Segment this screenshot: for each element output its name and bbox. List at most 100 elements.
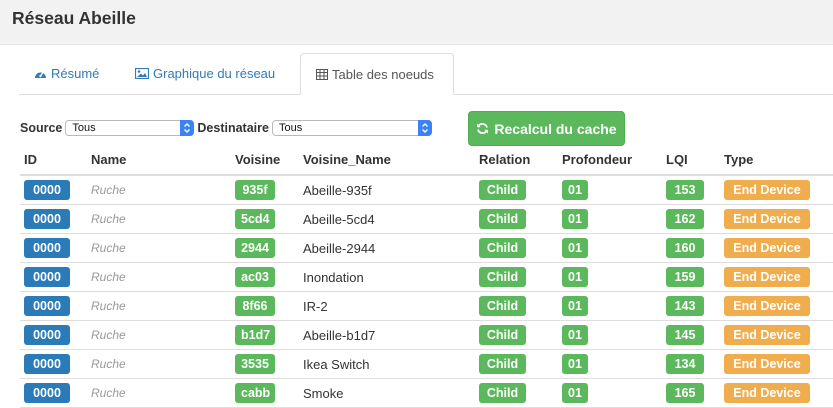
table-cell-type: End Device (720, 291, 833, 321)
column-header-voisine-name[interactable]: Voisine_Name (299, 145, 475, 176)
select-arrows-icon (180, 120, 195, 136)
column-header-name[interactable]: Name (87, 145, 231, 176)
select-arrows-icon (417, 120, 432, 136)
voisine-name: Abeille-5cd4 (303, 211, 375, 227)
table-cell-profondeur: 01 (558, 233, 662, 263)
voisine-name: Ikea Switch (303, 356, 370, 372)
node-id-badge: 0000 (24, 238, 70, 258)
type-badge: End Device (724, 180, 810, 200)
voisine-name: Abeille-2944 (303, 240, 376, 256)
table-cell-voisine-name: Smoke (299, 378, 475, 408)
node-name: Ruche (91, 241, 126, 255)
table-row: 0000 Ruche cabb Smoke Child 01 165 End Device (20, 378, 833, 408)
table-icon (316, 68, 328, 80)
lqi-badge: 160 (666, 238, 704, 258)
table-cell-id: 0000 (20, 175, 87, 205)
table-cell-type: End Device (720, 233, 833, 263)
table-row: 0000 Ruche b1d7 Abeille-b1d7 Child 01 145 End D… (20, 320, 833, 350)
table-cell-relation: Child (475, 378, 558, 408)
node-id-badge: 0000 (24, 180, 70, 200)
type-badge: End Device (724, 296, 810, 316)
tab-table-noeuds[interactable]: Table des noeuds (300, 53, 454, 95)
profondeur-badge: 01 (562, 209, 588, 229)
source-select[interactable]: Tous (65, 120, 195, 136)
table-cell-lqi: 162 (662, 204, 720, 234)
type-badge: End Device (724, 209, 810, 229)
column-header-lqi[interactable]: LQI (662, 145, 720, 176)
column-header-id[interactable]: ID (20, 145, 87, 176)
relation-badge: Child (479, 354, 526, 374)
profondeur-badge: 01 (562, 383, 588, 403)
type-badge: End Device (724, 383, 810, 403)
table-cell-voisine-name: Abeille-2944 (299, 233, 475, 263)
voisine-badge: 8f66 (235, 296, 275, 316)
table-cell-name: Ruche (87, 349, 231, 379)
table-cell-voisine: 8f66 (231, 291, 299, 321)
nodes-table: ID Name Voisine Voisine_Name Relation Pr… (20, 145, 833, 408)
table-cell-voisine: 2944 (231, 233, 299, 263)
table-cell-profondeur: 01 (558, 378, 662, 408)
relation-badge: Child (479, 267, 526, 287)
page-title: Réseau Abeille (12, 8, 136, 28)
node-name: Ruche (91, 386, 126, 400)
node-id-badge: 0000 (24, 209, 70, 229)
source-select-value: Tous (72, 122, 96, 134)
recalc-cache-label: Recalcul du cache (494, 120, 617, 137)
table-cell-profondeur: 01 (558, 204, 662, 234)
table-cell-id: 0000 (20, 262, 87, 292)
table-cell-lqi: 145 (662, 320, 720, 350)
type-badge: End Device (724, 238, 810, 258)
table-cell-voisine-name: IR-2 (299, 291, 475, 321)
table-cell-name: Ruche (87, 291, 231, 321)
table-cell-relation: Child (475, 291, 558, 321)
table-cell-voisine: b1d7 (231, 320, 299, 350)
table-row: 0000 Ruche 8f66 IR-2 Child 01 143 End Device (20, 291, 833, 321)
column-header-type[interactable]: Type (720, 145, 833, 176)
table-cell-profondeur: 01 (558, 349, 662, 379)
node-name: Ruche (91, 183, 126, 197)
table-cell-voisine-name: Inondation (299, 262, 475, 292)
node-name: Ruche (91, 299, 126, 313)
table-cell-id: 0000 (20, 233, 87, 263)
table-cell-id: 0000 (20, 378, 87, 408)
voisine-badge: 935f (235, 180, 275, 200)
tab-bar: Résumé Graphique du réseau Table des noe… (19, 53, 833, 95)
relation-badge: Child (479, 180, 526, 200)
node-name: Ruche (91, 328, 126, 342)
profondeur-badge: 01 (562, 238, 588, 258)
table-cell-relation: Child (475, 233, 558, 263)
tab-resume[interactable]: Résumé (19, 53, 114, 93)
column-header-profondeur[interactable]: Profondeur (558, 145, 662, 176)
table-cell-profondeur: 01 (558, 320, 662, 350)
recalc-cache-button[interactable]: Recalcul du cache (468, 111, 625, 146)
table-cell-id: 0000 (20, 320, 87, 350)
refresh-icon (476, 122, 489, 135)
table-cell-name: Ruche (87, 175, 231, 205)
node-id-badge: 0000 (24, 267, 70, 287)
filter-bar: Source Tous Destinataire Tous (20, 118, 435, 138)
dest-select[interactable]: Tous (271, 120, 432, 136)
column-header-relation[interactable]: Relation (475, 145, 558, 176)
table-cell-id: 0000 (20, 349, 87, 379)
lqi-badge: 153 (666, 180, 704, 200)
profondeur-badge: 01 (562, 296, 588, 316)
table-cell-relation: Child (475, 320, 558, 350)
node-id-badge: 0000 (24, 354, 70, 374)
lqi-badge: 145 (666, 325, 704, 345)
table-cell-type: End Device (720, 378, 833, 408)
table-row: 0000 Ruche 935f Abeille-935f Child 01 153 End D… (20, 175, 833, 205)
column-header-voisine[interactable]: Voisine (231, 145, 299, 176)
relation-badge: Child (479, 238, 526, 258)
tab-graphique[interactable]: Graphique du réseau (120, 53, 290, 93)
table-cell-type: End Device (720, 349, 833, 379)
voisine-badge: 5cd4 (235, 209, 275, 229)
profondeur-badge: 01 (562, 180, 588, 200)
dest-select-value: Tous (278, 122, 303, 134)
profondeur-badge: 01 (562, 267, 588, 287)
lqi-badge: 159 (666, 267, 704, 287)
table-cell-profondeur: 01 (558, 291, 662, 321)
table-cell-type: End Device (720, 175, 833, 205)
table-cell-voisine-name: Abeille-b1d7 (299, 320, 475, 350)
table-cell-id: 0000 (20, 204, 87, 234)
voisine-badge: b1d7 (235, 325, 275, 345)
